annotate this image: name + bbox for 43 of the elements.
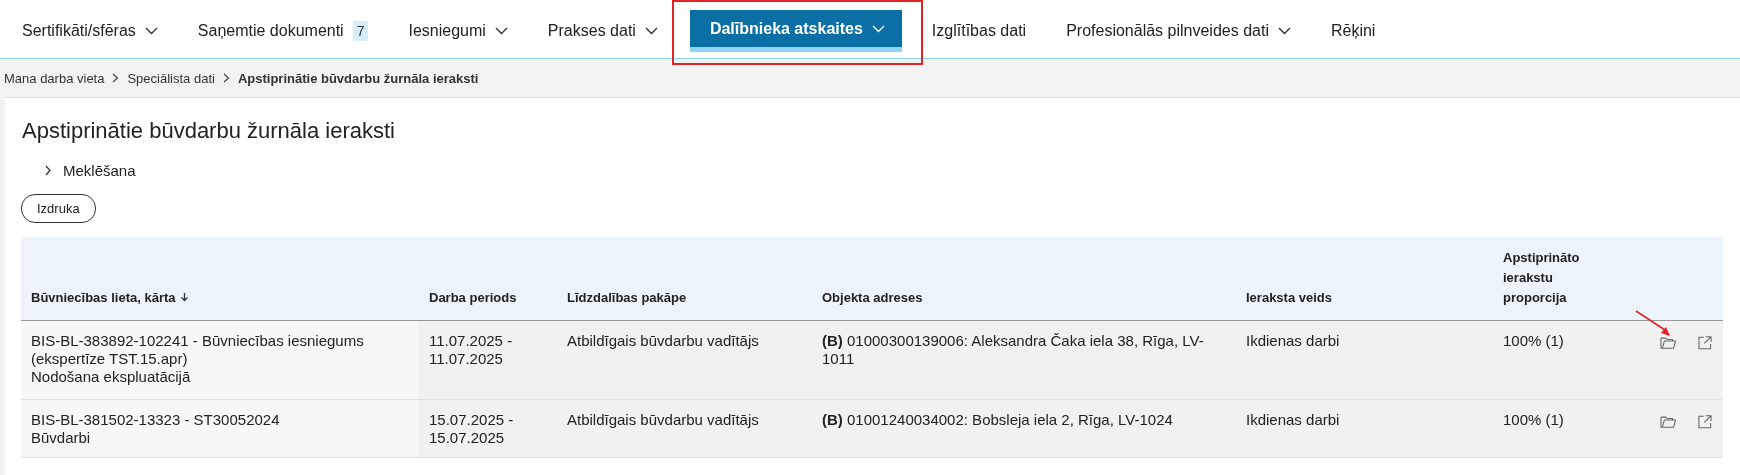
nav-tab[interactable]: Iesniegumi [390, 10, 526, 52]
breadcrumb-current: Apstiprinātie būvdarbu žurnāla ieraksti [237, 70, 479, 86]
stage-text: Būvdarbi [31, 429, 92, 447]
nav-tab[interactable]: Prakses dati [529, 10, 676, 52]
external-link-icon[interactable] [1696, 335, 1713, 350]
nav-tab[interactable]: Dalībnieka atskaites [689, 10, 902, 52]
nav-tab[interactable]: Rēķini [1312, 10, 1394, 52]
table-cell: 100% (1) [1493, 320, 1650, 400]
table-cell: Atbildīgais būvdarbu vadītājs [557, 399, 812, 458]
print-button[interactable]: Izdruka [21, 194, 96, 223]
count-badge: 7 [352, 21, 369, 41]
folder-icon[interactable] [1660, 414, 1677, 429]
table-cell: 100% (1) [1493, 399, 1650, 458]
column-header[interactable]: Ieraksta veids [1236, 237, 1493, 321]
table-cell: (B) 01001240034002: Bobsleja iela 2, Rīga, LV-1024 [812, 399, 1236, 458]
search-toggle[interactable]: Meklēšana [43, 162, 136, 179]
chevron-right-icon [222, 73, 230, 83]
table-cell: Ikdienas darbi [1236, 399, 1493, 458]
table-cell: Atbildīgais būvdarbu vadītājs [557, 320, 812, 400]
column-header[interactable]: Būvniecības lieta, kārta [21, 237, 419, 321]
table-cell: Ikdienas darbi [1236, 320, 1493, 400]
page-title: Apstiprinātie būvdarbu žurnāla ieraksti [21, 118, 396, 144]
table-cell: 15.07.2025 - 15.07.2025 [419, 399, 557, 458]
breadcrumb-link[interactable]: Mana darba vieta [4, 70, 105, 86]
column-header[interactable]: Darba periods [419, 237, 557, 321]
case-text: BIS-BL-383892-102241 - Būvniecības iesniegums (ekspertīze TST.15.apr) [31, 332, 365, 368]
chevron-right-icon [112, 73, 120, 83]
case-text: BIS-BL-381502-13323 - ST30052024 [31, 411, 281, 429]
chevron-icon [43, 165, 53, 176]
nav-tab[interactable]: Izglītības dati [913, 10, 1045, 52]
table-cell: (B) 01000300139006: Aleksandra Čaka iela 38, Rīga, LV-1011 [812, 320, 1236, 400]
nav-tab[interactable]: Profesionālās pilnveides dati [1048, 10, 1309, 52]
table-cell: 11.07.2025 - 11.07.2025 [419, 320, 557, 400]
nav-tab[interactable]: Sertifikāti/sfēras [4, 10, 176, 52]
column-header[interactable]: Apstiprināto ierakstu proporcija [1493, 237, 1650, 321]
folder-icon[interactable] [1660, 335, 1677, 350]
stage-text: Nodošana ekspluatācijā [31, 368, 192, 386]
external-link-icon[interactable] [1696, 414, 1713, 429]
sort-arrow-icon [179, 292, 189, 302]
column-header[interactable]: Objekta adreses [812, 237, 1236, 321]
column-header[interactable]: Līdzdalības pakāpe [557, 237, 812, 321]
nav-tab[interactable]: Saņemtie dokumenti 7 [179, 10, 387, 52]
breadcrumb-link[interactable]: Speciālista dati [127, 70, 215, 86]
